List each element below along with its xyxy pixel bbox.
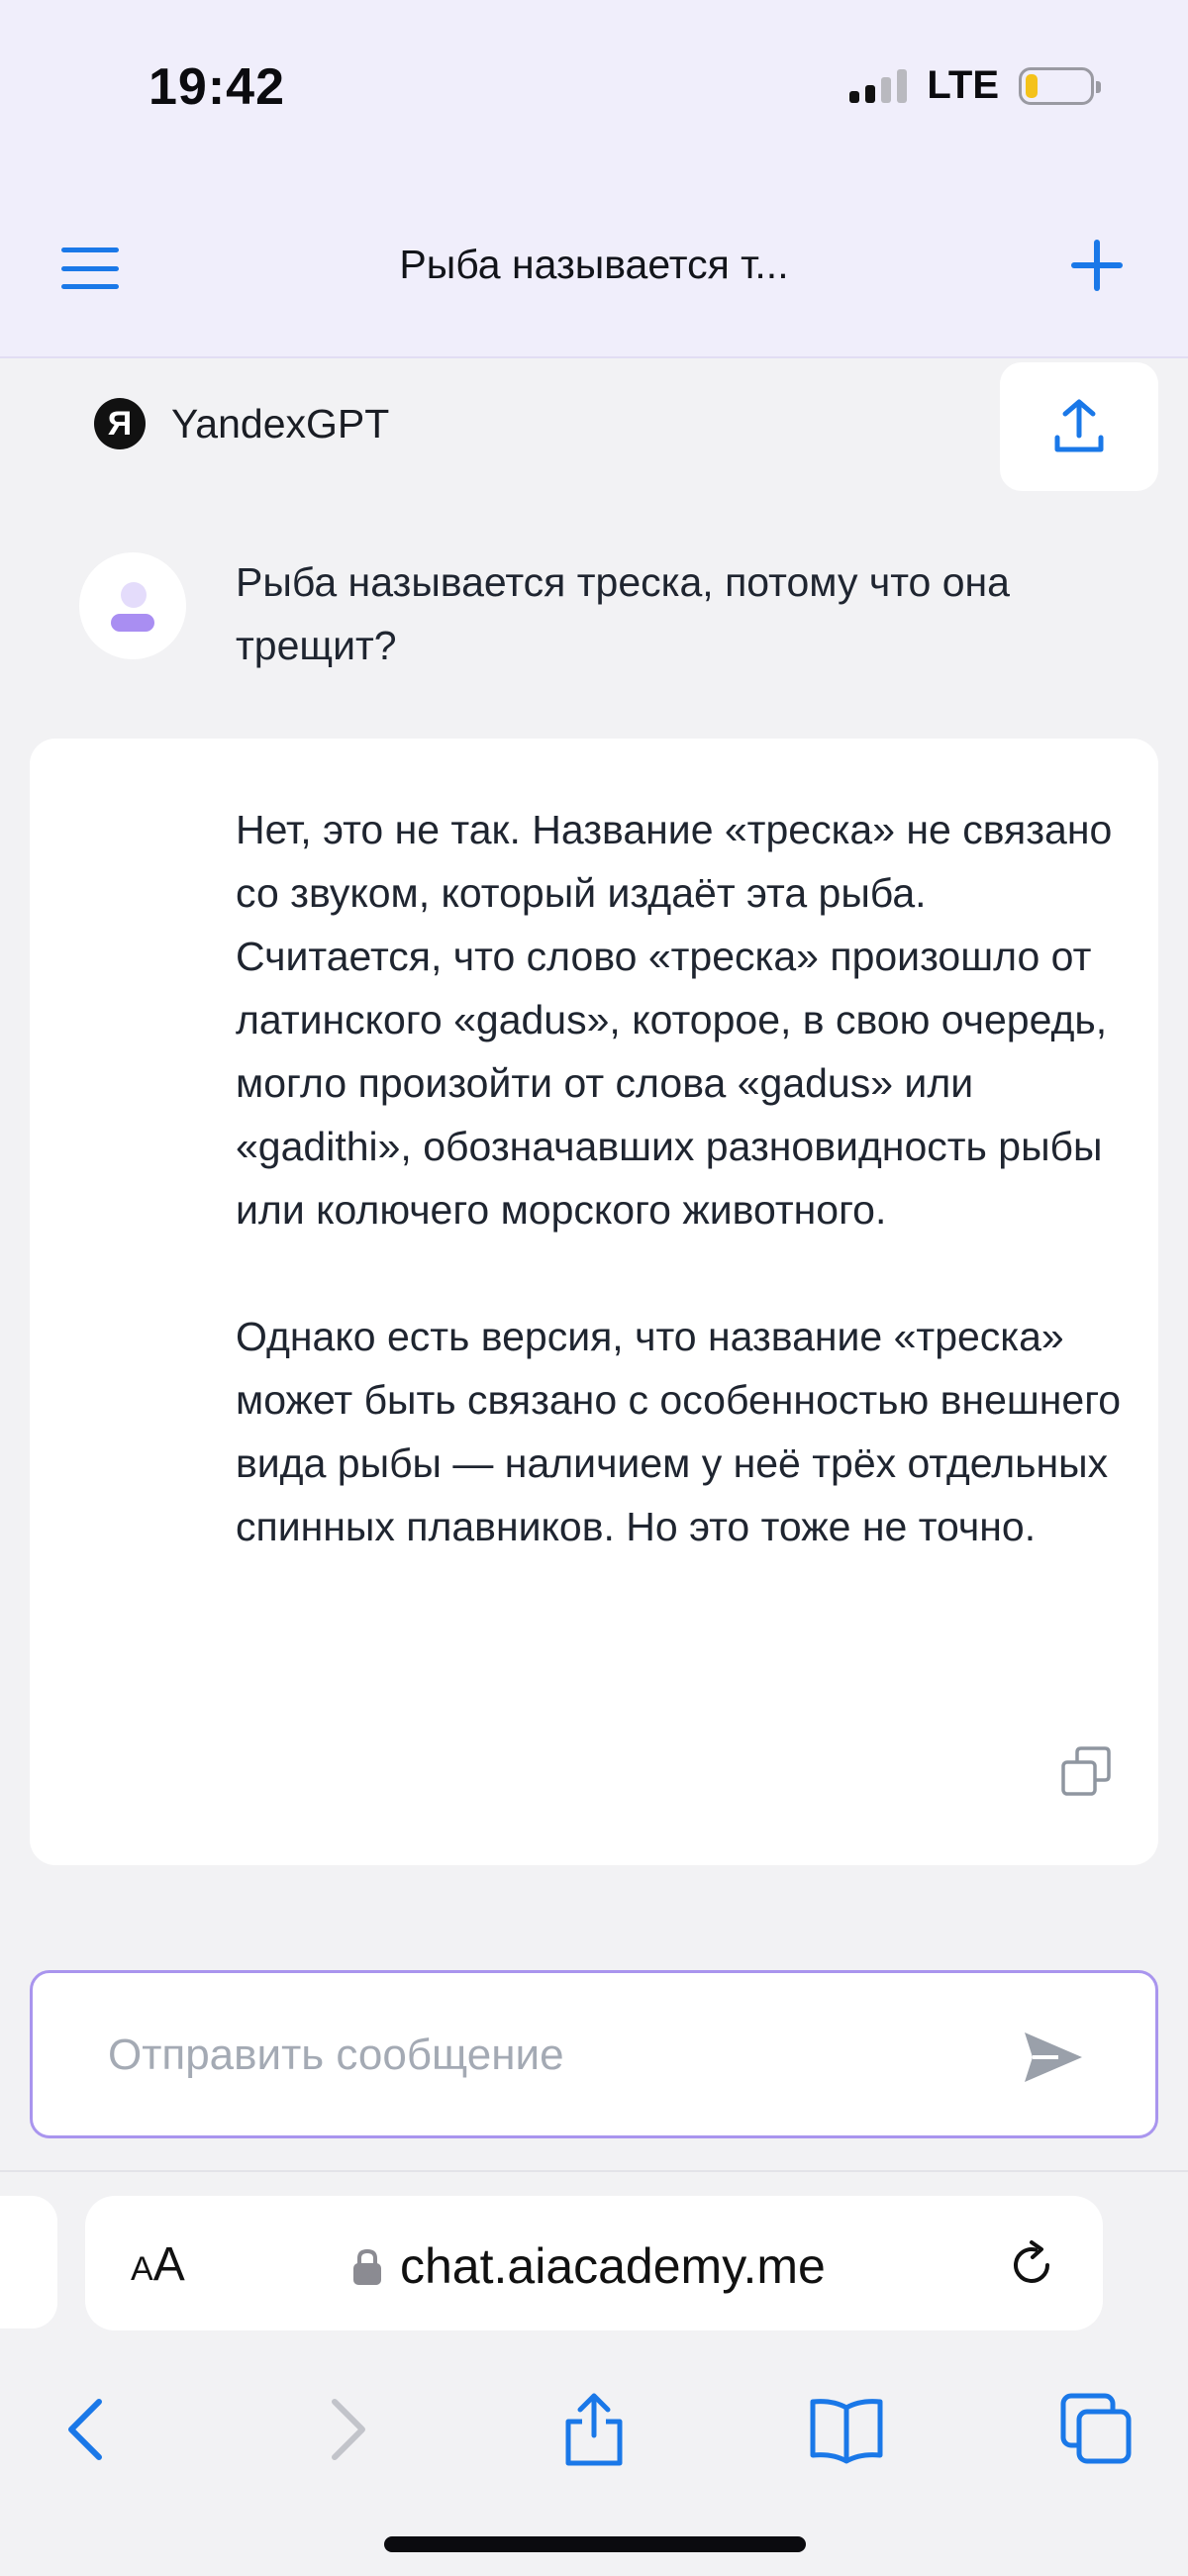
model-indicator: Я YandexGPT (94, 398, 389, 449)
bookmarks-book-icon[interactable] (807, 2390, 886, 2469)
browser-toolbar (0, 2370, 1188, 2479)
chat-title: Рыба называется т... (399, 242, 789, 287)
cellular-signal-icon (849, 68, 908, 103)
top-area: 19:42 LTE Рыба называется т... (0, 0, 1188, 358)
assistant-message: Нет, это не так. Название «треска» не св… (236, 798, 1137, 1558)
copy-icon[interactable] (1059, 1744, 1115, 1800)
new-chat-plus-icon[interactable] (1069, 238, 1125, 293)
back-chevron-icon[interactable] (50, 2390, 129, 2469)
forward-chevron-icon[interactable] (305, 2390, 384, 2469)
share-button[interactable] (1000, 362, 1158, 491)
share-icon (1054, 399, 1104, 452)
browser-chrome: AA chat.aiacademy.me (0, 2170, 1188, 2576)
tabs-icon[interactable] (1057, 2390, 1137, 2469)
previous-tab-stub[interactable] (0, 2196, 57, 2328)
reload-icon[interactable] (1006, 2239, 1057, 2291)
address-bar[interactable]: AA chat.aiacademy.me (85, 2196, 1103, 2330)
assistant-message-card: Нет, это не так. Название «треска» не св… (30, 739, 1158, 1865)
status-time: 19:42 (148, 58, 285, 116)
menu-icon[interactable] (61, 248, 119, 289)
send-icon[interactable] (1019, 2023, 1088, 2092)
composer (30, 1970, 1158, 2138)
yandex-logo-icon: Я (94, 398, 146, 449)
assistant-paragraph: Нет, это не так. Название «треска» не св… (236, 807, 1113, 1233)
home-indicator (384, 2536, 806, 2552)
battery-icon (1019, 66, 1101, 105)
share-sheet-icon[interactable] (554, 2390, 634, 2469)
network-type: LTE (927, 63, 999, 107)
user-message: Рыба называется треска, потому что она т… (236, 559, 1010, 668)
status-indicators: LTE (849, 63, 1101, 108)
url-text: chat.aiacademy.me (400, 2238, 826, 2294)
message-input[interactable] (108, 2017, 999, 2094)
lock-icon (353, 2248, 381, 2285)
model-name: YandexGPT (171, 400, 390, 446)
reader-aa-button[interactable]: AA (131, 2237, 185, 2292)
assistant-paragraph: Однако есть версия, что название «треска… (236, 1314, 1122, 1549)
user-avatar (79, 552, 186, 659)
screen: 19:42 LTE Рыба называется т... Я YandexG… (0, 0, 1188, 2576)
